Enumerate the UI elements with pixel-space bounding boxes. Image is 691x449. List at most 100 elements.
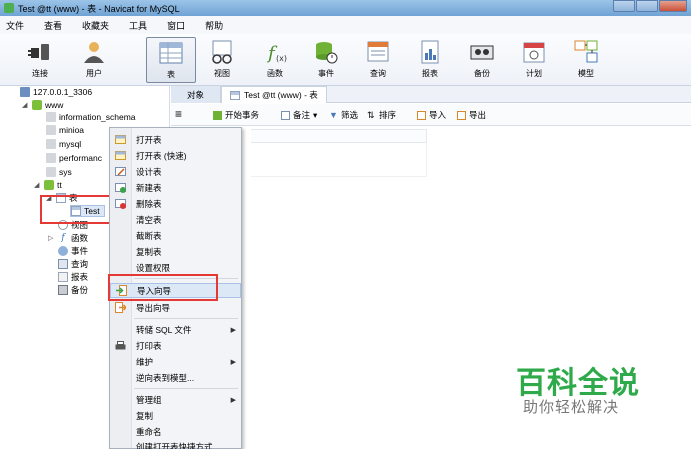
toolbar-label: 表 — [167, 70, 175, 79]
tree-active-db-item[interactable]: ◢ tt — [34, 179, 62, 191]
tree-connection-item[interactable]: 127.0.0.1_3306 — [20, 86, 92, 98]
menu-item-set-permissions[interactable]: 设置权限 — [110, 260, 241, 275]
menu-tools[interactable]: 工具 — [129, 19, 147, 32]
toolbar-label: 备份 — [474, 69, 490, 78]
toolbar-schedule-button[interactable]: 计划 — [512, 37, 556, 83]
database-icon — [46, 167, 56, 177]
db-label: information_schema — [59, 112, 136, 122]
menu-separator — [134, 318, 238, 319]
toolbar-label: 连接 — [32, 69, 48, 78]
import-button[interactable]: 导入 — [417, 109, 446, 121]
toolbar-backup-button[interactable]: 备份 — [460, 37, 504, 83]
toolbar-report-button[interactable]: 报表 — [408, 37, 452, 83]
menu-item-rename[interactable]: 重命名 — [110, 424, 241, 439]
close-button[interactable] — [659, 0, 687, 12]
menu-view[interactable]: 查看 — [44, 19, 62, 32]
sort-button[interactable]: ⇅ 排序 — [367, 109, 396, 121]
menu-favorites[interactable]: 收藏夹 — [82, 19, 109, 32]
filter-icon: ▼ — [329, 109, 338, 120]
tab-test-table[interactable]: Test @tt (www) - 表 — [221, 86, 327, 103]
tree-db-item[interactable]: information_schema — [46, 111, 136, 123]
toolbar-function-button[interactable]: f (x) 函数 — [253, 37, 297, 83]
new-table-icon — [115, 182, 126, 193]
menu-item-empty-table[interactable]: 清空表 — [110, 212, 241, 227]
export-button[interactable]: 导出 — [457, 109, 486, 121]
begin-transaction-label: 开始事务 — [225, 110, 260, 120]
tab-objects[interactable]: 对象 — [171, 86, 221, 103]
tree-backups-node[interactable]: 备份 — [58, 284, 88, 296]
tree-group-item[interactable]: ◢ www — [22, 99, 63, 111]
object-list-row[interactable] — [251, 143, 427, 177]
minimize-button[interactable] — [613, 0, 635, 12]
toolbar-model-button[interactable]: 模型 — [564, 37, 608, 83]
toolbar-view-button[interactable]: 视图 — [200, 37, 244, 83]
db-label: performanc — [59, 153, 102, 163]
menu-item-create-shortcut[interactable]: 创建打开表快捷方式 — [110, 439, 241, 449]
menu-separator — [134, 388, 238, 389]
menu-item-label: 维护 — [136, 356, 154, 367]
filter-button[interactable]: ▼ 筛选 — [329, 109, 358, 121]
toolbar-table-button[interactable]: 表 — [146, 37, 196, 83]
watermark-subtitle: 助你轻松解决 — [523, 399, 620, 416]
collapse-arrow-icon[interactable]: ◢ — [34, 181, 42, 189]
menu-item-open-table-fast[interactable]: 打开表 (快速) — [110, 148, 241, 163]
maximize-button[interactable] — [636, 0, 658, 12]
toolbar-label: 模型 — [578, 69, 594, 78]
menu-item-duplicate-table[interactable]: 复制表 — [110, 244, 241, 259]
menu-item-copy[interactable]: 复制 — [110, 408, 241, 423]
db-label: sys — [59, 167, 72, 177]
menu-item-label: 删除表 — [136, 198, 162, 209]
submenu-arrow-icon: ▶ — [230, 326, 236, 334]
menu-item-design-table[interactable]: 设计表 — [110, 164, 241, 179]
tree-reports-node[interactable]: 报表 — [58, 271, 88, 283]
toolbar-connect-button[interactable]: 连接 — [18, 37, 62, 83]
highlight-box-import-wizard — [108, 274, 218, 301]
menu-file[interactable]: 文件 — [6, 19, 24, 32]
menu-item-open-table[interactable]: 打开表 — [110, 132, 241, 147]
main-toolbar: 连接 用户 表 视图 f (x) 函数 事件 查询 报表 备份 计划 模型 — [0, 34, 691, 86]
filter-label: 筛选 — [341, 110, 359, 120]
object-toolbar: ≡ 开始事务 备注 ▾ ▼ 筛选 ⇅ 排序 导入 导出 — [171, 104, 691, 126]
toolbar-query-button[interactable]: 查询 — [356, 37, 400, 83]
sort-label: 排序 — [379, 110, 397, 120]
tree-db-item[interactable]: minioa — [46, 124, 84, 136]
title-bar: Test @tt (www) - 表 - Navicat for MySQL — [0, 0, 691, 16]
menu-item-truncate-table[interactable]: 截断表 — [110, 228, 241, 243]
collapse-arrow-icon[interactable]: ◢ — [22, 101, 30, 109]
tree-db-item[interactable]: mysql — [46, 138, 81, 150]
tree-functions-node[interactable]: ▷ f 函数 — [48, 232, 88, 244]
expand-arrow-icon[interactable]: ▷ — [48, 234, 56, 242]
menu-item-new-table[interactable]: 新建表 — [110, 180, 241, 195]
menu-item-dump-sql[interactable]: 转储 SQL 文件 ▶ — [110, 322, 241, 337]
menu-item-maintain[interactable]: 维护 ▶ — [110, 354, 241, 369]
toolbar-label: 查询 — [370, 69, 386, 78]
menu-item-delete-table[interactable]: 删除表 — [110, 196, 241, 211]
toolbar-label: 用户 — [86, 69, 102, 78]
tree-db-item[interactable]: sys — [46, 166, 72, 178]
menu-item-print-table[interactable]: 打印表 — [110, 338, 241, 353]
menu-item-export-wizard[interactable]: 导出向导 — [110, 300, 241, 315]
menu-help[interactable]: 帮助 — [205, 19, 223, 32]
menu-item-label: 新建表 — [136, 182, 162, 193]
tree-db-item[interactable]: performanc — [46, 152, 102, 164]
begin-transaction-button[interactable]: 开始事务 — [213, 109, 259, 121]
toolbar-user-button[interactable]: 用户 — [72, 37, 116, 83]
schedule-icon — [521, 39, 547, 65]
menu-item-label: 打开表 — [136, 134, 162, 145]
menu-item-manage-group[interactable]: 管理组 ▶ — [110, 392, 241, 407]
tree-queries-node[interactable]: 查询 — [58, 258, 88, 270]
export-label: 导出 — [469, 110, 487, 120]
menu-window[interactable]: 窗口 — [167, 19, 185, 32]
menu-item-label: 设置权限 — [136, 262, 171, 273]
print-icon — [115, 340, 126, 351]
toolbar-event-button[interactable]: 事件 — [304, 37, 348, 83]
db-label: minioa — [59, 125, 85, 135]
hamburger-menu-icon[interactable]: ≡ — [175, 107, 182, 121]
highlight-box-test-table — [40, 195, 120, 224]
backup-icon — [469, 39, 495, 65]
memo-button[interactable]: 备注 ▾ — [281, 109, 317, 121]
user-icon — [81, 39, 107, 65]
tree-events-node[interactable]: 事件 — [58, 245, 88, 257]
menu-item-reverse-to-model[interactable]: 逆向表到模型... — [110, 370, 241, 385]
menu-item-label: 创建打开表快捷方式 — [136, 441, 213, 449]
